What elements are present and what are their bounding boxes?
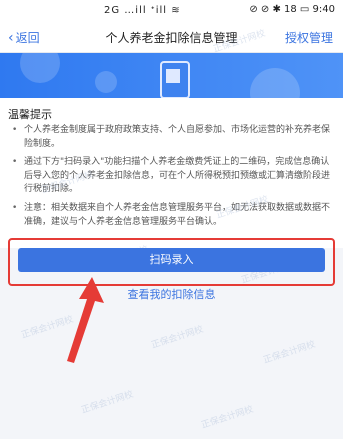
tips-title: 温馨提示 [8,108,52,121]
authorization-management-link[interactable]: 授权管理 [285,29,333,46]
status-time: ⊘ ⊘ ✱ 18 ▭ 9:40 [249,4,335,15]
tips-panel: 温馨提示 • 个人养老金制度属于政府政策支持、个人自愿参加、市场化运营的补充养老… [0,98,343,248]
bullet-icon: • [12,157,18,167]
scan-entry-button[interactable]: 扫码录入 [18,248,325,272]
watermark: 正保会计网校 [150,324,205,352]
tip-item: • 注意：相关数据来自个人养老金信息管理服务平台，如无法获取数据或数据不准确，建… [12,203,331,227]
status-signal: 2G …ill ᐩill ≋ [104,5,181,16]
bullet-icon: • [12,203,18,213]
header-banner [0,53,343,98]
tip-item: • 个人养老金制度属于政府政策支持、个人自愿参加、市场化运营的补充养老保险制度。 [12,125,331,149]
nav-bar: ‹ 返回 个人养老金扣除信息管理 授权管理 [0,22,343,53]
red-arrow-icon [67,277,104,363]
view-my-deductions-link[interactable]: 查看我的扣除信息 [0,286,343,302]
qr-code-icon [166,69,180,83]
watermark: 正保会计网校 [200,404,255,432]
watermark: 正保会计网校 [262,339,317,367]
bullet-icon: • [12,125,18,135]
status-bar: 2G …ill ᐩill ≋ ⊘ ⊘ ✱ 18 ▭ 9:40 [0,0,343,22]
watermark: 正保会计网校 [80,389,135,417]
